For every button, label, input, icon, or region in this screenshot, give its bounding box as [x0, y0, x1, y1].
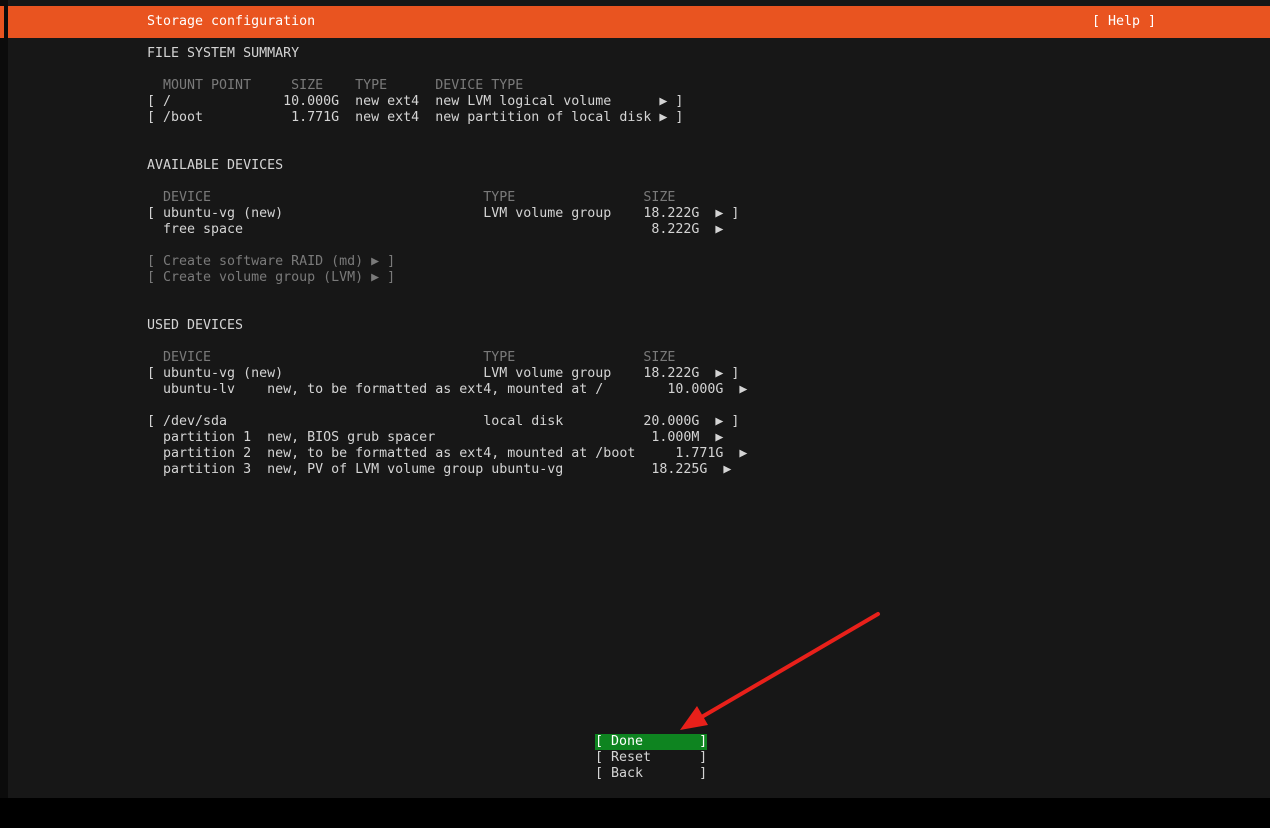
bottom-bar [0, 798, 1270, 828]
annotation-arrow-icon [680, 612, 880, 730]
